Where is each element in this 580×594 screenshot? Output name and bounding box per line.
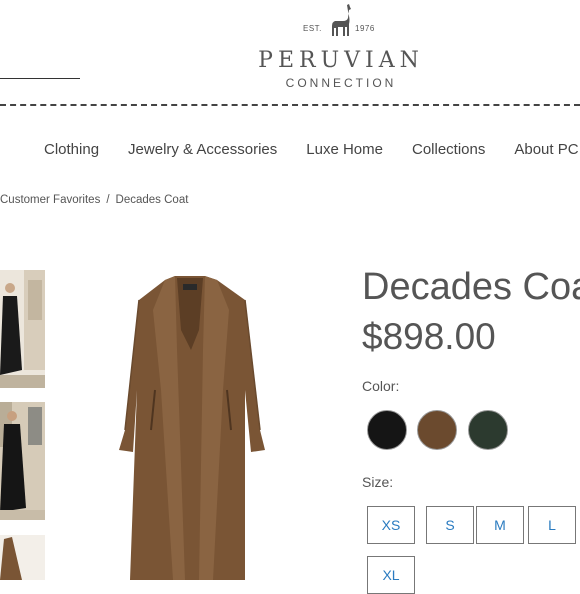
nav-item-clothing[interactable]: Clothing: [44, 141, 99, 158]
size-button-xs[interactable]: XS: [367, 506, 415, 544]
color-swatch-black[interactable]: [367, 410, 407, 450]
size-button-l[interactable]: L: [528, 506, 576, 544]
product-thumbnail-2[interactable]: [0, 402, 45, 520]
llama-logo-icon[interactable]: [327, 3, 355, 37]
breadcrumb-separator: /: [106, 194, 110, 206]
logo-year-text: 1976: [355, 24, 375, 33]
main-nav: Clothing Jewelry & Accessories Luxe Home…: [44, 141, 580, 158]
breadcrumb: Customer Favorites / Decades Coat: [0, 194, 188, 206]
nav-item-collections[interactable]: Collections: [412, 141, 485, 158]
brand-subtitle[interactable]: CONNECTION: [244, 76, 438, 90]
product-main-image[interactable]: [95, 270, 295, 580]
product-price: $898.00: [362, 316, 496, 357]
color-swatch-green[interactable]: [468, 410, 508, 450]
brand-name[interactable]: PERUVIAN: [244, 48, 438, 73]
color-label: Color:: [362, 378, 400, 394]
size-button-m[interactable]: M: [476, 506, 524, 544]
size-label: Size:: [362, 474, 394, 490]
breadcrumb-item-current: Decades Coat: [115, 194, 189, 206]
size-button-s[interactable]: S: [426, 506, 474, 544]
header-divider: [0, 104, 580, 106]
product-title: Decades Coat: [362, 266, 580, 308]
product-thumbnail-1[interactable]: [0, 270, 45, 388]
nav-item-luxe-home[interactable]: Luxe Home: [306, 141, 383, 158]
size-button-xl[interactable]: XL: [367, 556, 415, 594]
nav-item-jewelry-accessories[interactable]: Jewelry & Accessories: [128, 141, 277, 158]
nav-item-about[interactable]: About PC: [514, 141, 578, 158]
color-swatch-brown[interactable]: [417, 410, 457, 450]
thumbnail-model-image: [0, 402, 45, 520]
breadcrumb-item-customer-favorites[interactable]: Customer Favorites: [0, 194, 100, 206]
thumbnail-model-image: [0, 270, 45, 388]
product-thumbnail-3[interactable]: [0, 535, 45, 580]
header-left-rule: [0, 78, 80, 79]
thumbnail-coat-image: [0, 535, 45, 580]
logo-est-text: EST.: [303, 24, 322, 33]
